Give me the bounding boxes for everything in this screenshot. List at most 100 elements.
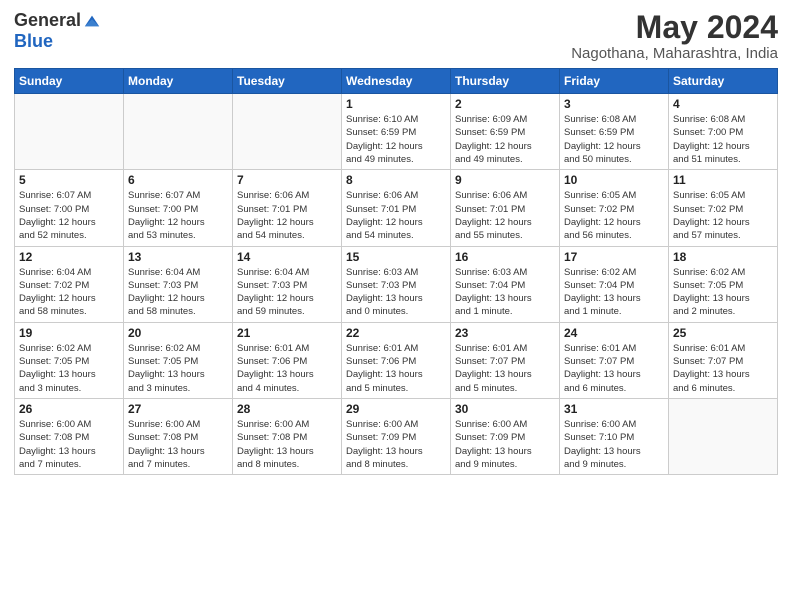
day-info: Sunrise: 6:00 AM Sunset: 7:08 PM Dayligh… — [237, 418, 337, 471]
day-info: Sunrise: 6:01 AM Sunset: 7:07 PM Dayligh… — [455, 342, 555, 395]
calendar-cell: 18 Sunrise: 6:02 AM Sunset: 7:05 PM Dayli… — [669, 246, 778, 322]
day-info: Sunrise: 6:00 AM Sunset: 7:09 PM Dayligh… — [346, 418, 446, 471]
calendar-cell: 10 Sunrise: 6:05 AM Sunset: 7:02 PM Dayli… — [560, 170, 669, 246]
col-wednesday: Wednesday — [342, 69, 451, 94]
day-info: Sunrise: 6:06 AM Sunset: 7:01 PM Dayligh… — [237, 189, 337, 242]
col-thursday: Thursday — [451, 69, 560, 94]
day-number: 29 — [346, 402, 446, 416]
day-number: 18 — [673, 250, 773, 264]
calendar-cell: 28 Sunrise: 6:00 AM Sunset: 7:08 PM Dayli… — [233, 398, 342, 474]
calendar-cell: 1 Sunrise: 6:10 AM Sunset: 6:59 PM Daylig… — [342, 94, 451, 170]
day-info: Sunrise: 6:00 AM Sunset: 7:10 PM Dayligh… — [564, 418, 664, 471]
day-info: Sunrise: 6:05 AM Sunset: 7:02 PM Dayligh… — [564, 189, 664, 242]
col-tuesday: Tuesday — [233, 69, 342, 94]
day-info: Sunrise: 6:10 AM Sunset: 6:59 PM Dayligh… — [346, 113, 446, 166]
title-area: May 2024 Nagothana, Maharashtra, India — [571, 10, 778, 62]
logo-blue-line: Blue — [14, 31, 53, 52]
calendar-cell: 29 Sunrise: 6:00 AM Sunset: 7:09 PM Dayli… — [342, 398, 451, 474]
day-number: 31 — [564, 402, 664, 416]
day-info: Sunrise: 6:09 AM Sunset: 6:59 PM Dayligh… — [455, 113, 555, 166]
day-number: 22 — [346, 326, 446, 340]
day-number: 16 — [455, 250, 555, 264]
logo: General Blue — [14, 10, 101, 52]
calendar-cell: 2 Sunrise: 6:09 AM Sunset: 6:59 PM Daylig… — [451, 94, 560, 170]
day-info: Sunrise: 6:01 AM Sunset: 7:07 PM Dayligh… — [673, 342, 773, 395]
day-number: 8 — [346, 173, 446, 187]
calendar-cell — [233, 94, 342, 170]
day-number: 28 — [237, 402, 337, 416]
day-number: 15 — [346, 250, 446, 264]
day-number: 26 — [19, 402, 119, 416]
calendar-cell: 4 Sunrise: 6:08 AM Sunset: 7:00 PM Daylig… — [669, 94, 778, 170]
calendar-week-row: 5Sunrise: 6:07 AM Sunset: 7:00 PM Daylig… — [15, 170, 778, 246]
logo-blue: Blue — [14, 31, 53, 51]
day-info: Sunrise: 6:06 AM Sunset: 7:01 PM Dayligh… — [346, 189, 446, 242]
calendar-cell: 31 Sunrise: 6:00 AM Sunset: 7:10 PM Dayli… — [560, 398, 669, 474]
day-number: 2 — [455, 97, 555, 111]
day-info: Sunrise: 6:02 AM Sunset: 7:05 PM Dayligh… — [19, 342, 119, 395]
calendar-cell: 26 Sunrise: 6:00 AM Sunset: 7:08 PM Dayli… — [15, 398, 124, 474]
calendar: Sunday Monday Tuesday Wednesday Thursday… — [14, 68, 778, 475]
calendar-week-row: 26 Sunrise: 6:00 AM Sunset: 7:08 PM Dayli… — [15, 398, 778, 474]
day-info: Sunrise: 6:07 AM Sunset: 7:00 PM Dayligh… — [19, 189, 119, 242]
logo-text: General — [14, 10, 101, 31]
calendar-week-row: 1 Sunrise: 6:10 AM Sunset: 6:59 PM Daylig… — [15, 94, 778, 170]
header: General Blue May 2024 Nagothana, Maharas… — [14, 10, 778, 62]
day-number: 12 — [19, 250, 119, 264]
calendar-cell: 21 Sunrise: 6:01 AM Sunset: 7:06 PM Dayli… — [233, 322, 342, 398]
calendar-cell: 8 Sunrise: 6:06 AM Sunset: 7:01 PM Daylig… — [342, 170, 451, 246]
col-saturday: Saturday — [669, 69, 778, 94]
calendar-week-row: 19Sunrise: 6:02 AM Sunset: 7:05 PM Dayli… — [15, 322, 778, 398]
day-number: 27 — [128, 402, 228, 416]
calendar-cell: 12 Sunrise: 6:04 AM Sunset: 7:02 PM Dayli… — [15, 246, 124, 322]
col-friday: Friday — [560, 69, 669, 94]
calendar-cell: 9 Sunrise: 6:06 AM Sunset: 7:01 PM Daylig… — [451, 170, 560, 246]
col-monday: Monday — [124, 69, 233, 94]
main-title: May 2024 — [571, 10, 778, 45]
day-info: Sunrise: 6:06 AM Sunset: 7:01 PM Dayligh… — [455, 189, 555, 242]
day-info: Sunrise: 6:07 AM Sunset: 7:00 PM Dayligh… — [128, 189, 228, 242]
calendar-cell: 14Sunrise: 6:04 AM Sunset: 7:03 PM Dayli… — [233, 246, 342, 322]
day-info: Sunrise: 6:05 AM Sunset: 7:02 PM Dayligh… — [673, 189, 773, 242]
day-info: Sunrise: 6:08 AM Sunset: 7:00 PM Dayligh… — [673, 113, 773, 166]
calendar-cell — [669, 398, 778, 474]
calendar-week-row: 12 Sunrise: 6:04 AM Sunset: 7:02 PM Dayli… — [15, 246, 778, 322]
calendar-cell: 15Sunrise: 6:03 AM Sunset: 7:03 PM Dayli… — [342, 246, 451, 322]
day-number: 1 — [346, 97, 446, 111]
day-info: Sunrise: 6:00 AM Sunset: 7:08 PM Dayligh… — [19, 418, 119, 471]
day-info: Sunrise: 6:01 AM Sunset: 7:06 PM Dayligh… — [346, 342, 446, 395]
calendar-cell: 5Sunrise: 6:07 AM Sunset: 7:00 PM Daylig… — [15, 170, 124, 246]
day-number: 23 — [455, 326, 555, 340]
calendar-cell: 16 Sunrise: 6:03 AM Sunset: 7:04 PM Dayli… — [451, 246, 560, 322]
day-info: Sunrise: 6:01 AM Sunset: 7:06 PM Dayligh… — [237, 342, 337, 395]
day-number: 9 — [455, 173, 555, 187]
day-number: 7 — [237, 173, 337, 187]
day-info: Sunrise: 6:01 AM Sunset: 7:07 PM Dayligh… — [564, 342, 664, 395]
calendar-header-row: Sunday Monday Tuesday Wednesday Thursday… — [15, 69, 778, 94]
day-number: 30 — [455, 402, 555, 416]
calendar-cell: 11Sunrise: 6:05 AM Sunset: 7:02 PM Dayli… — [669, 170, 778, 246]
calendar-cell: 19Sunrise: 6:02 AM Sunset: 7:05 PM Dayli… — [15, 322, 124, 398]
calendar-cell — [15, 94, 124, 170]
calendar-cell: 17Sunrise: 6:02 AM Sunset: 7:04 PM Dayli… — [560, 246, 669, 322]
logo-icon — [83, 12, 101, 30]
calendar-cell: 20Sunrise: 6:02 AM Sunset: 7:05 PM Dayli… — [124, 322, 233, 398]
day-info: Sunrise: 6:04 AM Sunset: 7:03 PM Dayligh… — [237, 266, 337, 319]
day-info: Sunrise: 6:02 AM Sunset: 7:05 PM Dayligh… — [128, 342, 228, 395]
day-info: Sunrise: 6:02 AM Sunset: 7:05 PM Dayligh… — [673, 266, 773, 319]
day-info: Sunrise: 6:02 AM Sunset: 7:04 PM Dayligh… — [564, 266, 664, 319]
calendar-cell: 24 Sunrise: 6:01 AM Sunset: 7:07 PM Dayli… — [560, 322, 669, 398]
day-info: Sunrise: 6:03 AM Sunset: 7:04 PM Dayligh… — [455, 266, 555, 319]
day-number: 21 — [237, 326, 337, 340]
day-number: 4 — [673, 97, 773, 111]
calendar-cell: 7 Sunrise: 6:06 AM Sunset: 7:01 PM Daylig… — [233, 170, 342, 246]
calendar-cell: 22 Sunrise: 6:01 AM Sunset: 7:06 PM Dayli… — [342, 322, 451, 398]
day-number: 25 — [673, 326, 773, 340]
day-number: 24 — [564, 326, 664, 340]
day-info: Sunrise: 6:04 AM Sunset: 7:02 PM Dayligh… — [19, 266, 119, 319]
calendar-cell: 23 Sunrise: 6:01 AM Sunset: 7:07 PM Dayli… — [451, 322, 560, 398]
logo-general: General — [14, 10, 81, 31]
day-info: Sunrise: 6:00 AM Sunset: 7:08 PM Dayligh… — [128, 418, 228, 471]
calendar-cell: 13Sunrise: 6:04 AM Sunset: 7:03 PM Dayli… — [124, 246, 233, 322]
day-number: 10 — [564, 173, 664, 187]
